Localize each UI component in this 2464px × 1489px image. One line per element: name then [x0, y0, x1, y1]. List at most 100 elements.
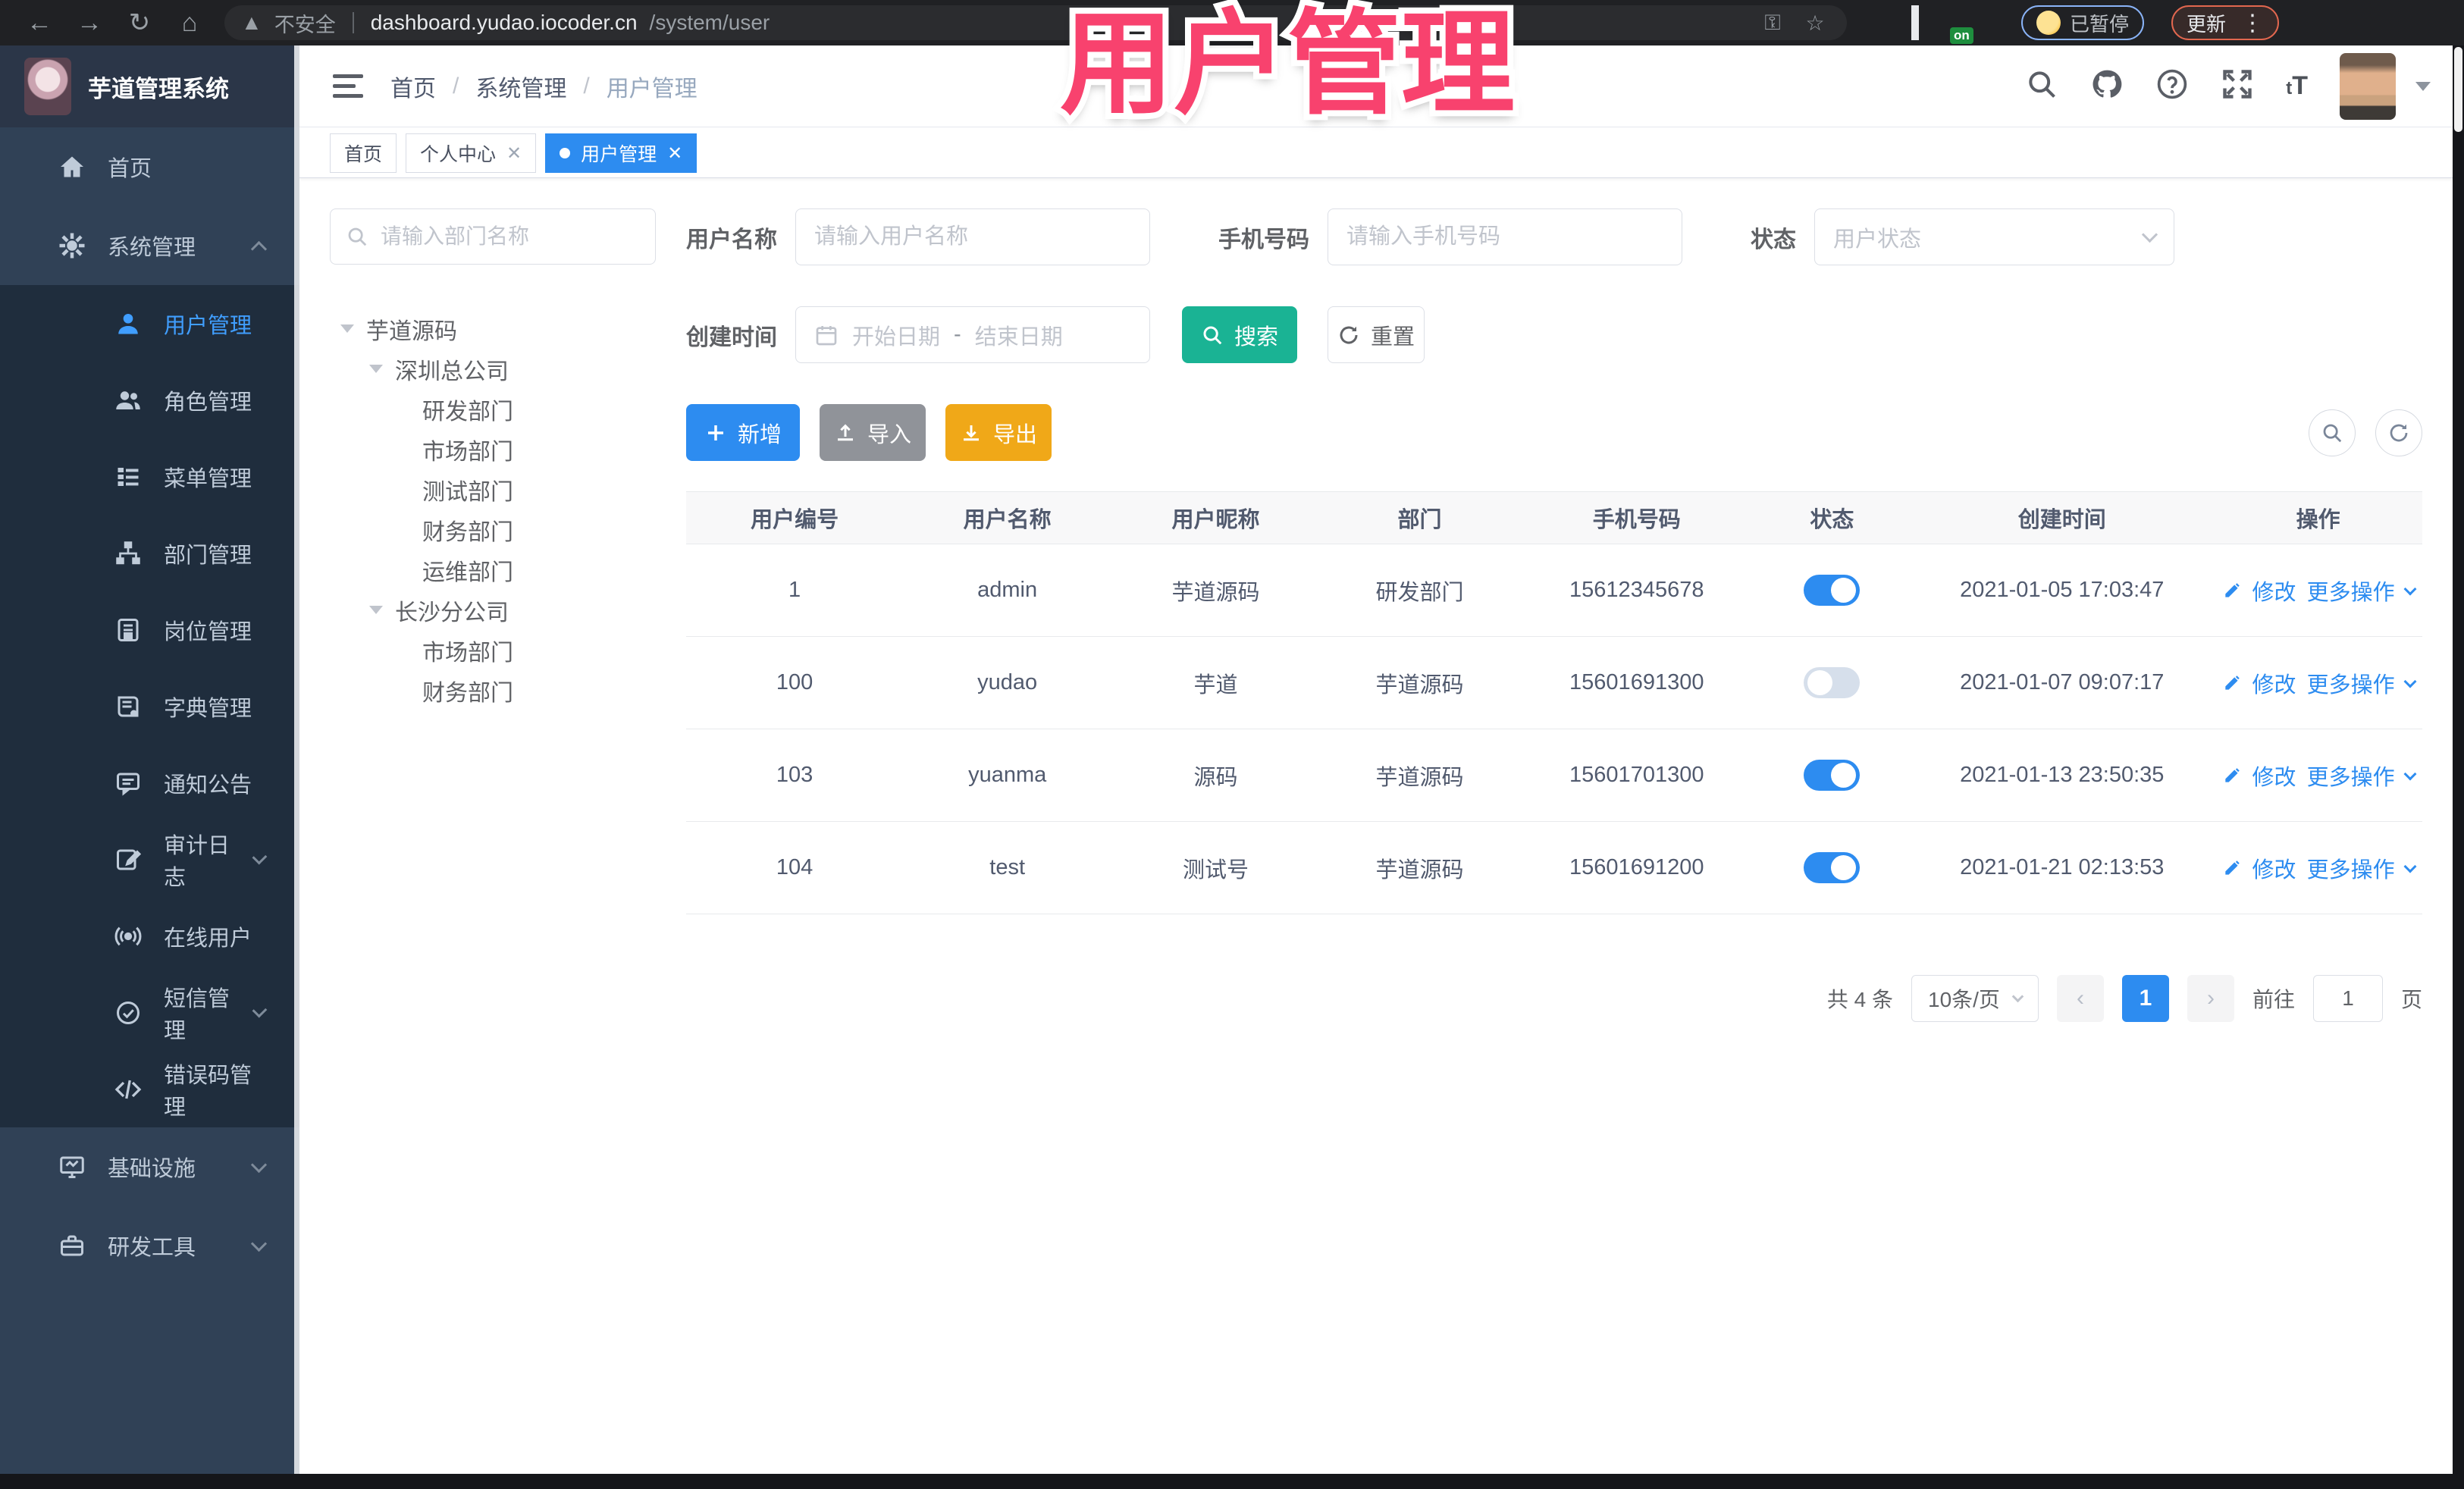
- table-row: 104 test 测试号 芋道源码 15601691200 2021-01-21…: [686, 822, 2422, 914]
- sidebar-item-menus[interactable]: 菜单管理: [0, 438, 299, 515]
- update-label: 更新: [2187, 12, 2227, 36]
- scrollbar-thumb[interactable]: [2454, 47, 2462, 132]
- edit-link[interactable]: 修改: [2252, 667, 2296, 699]
- caret-down-icon[interactable]: [340, 324, 354, 333]
- toggle-search-button[interactable]: [2309, 409, 2356, 456]
- status-toggle[interactable]: [1804, 852, 1861, 883]
- bookmark-star-icon[interactable]: ☆: [1800, 11, 1830, 36]
- date-range-picker[interactable]: 开始日期 - 结束日期: [795, 306, 1150, 363]
- status-select[interactable]: 用户状态: [1814, 208, 2174, 265]
- dept-tree-panel: 芋道源码 深圳总公司 研发部门 市场部门 测试部门 财务部门 运维部门 长沙分公…: [330, 208, 686, 1474]
- sidebar-item-depts[interactable]: 部门管理: [0, 515, 299, 591]
- username-input[interactable]: [814, 224, 1131, 249]
- sidebar-item-dev-tools[interactable]: 研发工具: [0, 1206, 299, 1285]
- date-start-placeholder: 开始日期: [852, 324, 941, 350]
- more-actions-link[interactable]: 更多操作: [2307, 575, 2395, 607]
- fullscreen-icon[interactable]: [2221, 67, 2254, 105]
- more-actions-link[interactable]: 更多操作: [2307, 667, 2395, 699]
- forward-icon[interactable]: →: [68, 8, 111, 38]
- sidebar-item-users[interactable]: 用户管理: [0, 285, 299, 362]
- more-actions-link[interactable]: 更多操作: [2307, 760, 2395, 792]
- add-button[interactable]: 新增: [686, 404, 800, 461]
- sidebar-item-audit-log[interactable]: 审计日志: [0, 821, 299, 898]
- sidebar-item-sms[interactable]: 短信管理: [0, 974, 299, 1051]
- user-icon: [114, 309, 143, 338]
- mobile-field[interactable]: [1328, 208, 1682, 265]
- status-toggle[interactable]: [1804, 575, 1861, 606]
- reset-button[interactable]: 重置: [1328, 306, 1425, 363]
- status-toggle[interactable]: [1804, 667, 1861, 698]
- github-icon[interactable]: [2090, 67, 2124, 105]
- font-size-icon[interactable]: tT: [2286, 71, 2308, 101]
- user-avatar[interactable]: [2340, 52, 2396, 120]
- user-panel: 用户名称 手机号码 状态 用户状态: [686, 208, 2422, 1474]
- sidebar-item-dict[interactable]: 字典管理: [0, 668, 299, 744]
- breadcrumb-home[interactable]: 首页: [390, 70, 436, 103]
- tree-node[interactable]: 长沙分公司: [330, 590, 686, 630]
- navbar: 首页 / 系统管理 / 用户管理 tT: [299, 45, 2464, 127]
- back-icon[interactable]: ←: [18, 8, 61, 38]
- page-number-current[interactable]: 1: [2121, 975, 2169, 1022]
- broadcast-icon: [114, 922, 143, 951]
- sidebar-item-home[interactable]: 首页: [0, 127, 299, 206]
- breadcrumb-system[interactable]: 系统管理: [475, 70, 566, 103]
- password-key-icon[interactable]: ⚿: [1757, 11, 1788, 36]
- username-field[interactable]: [795, 208, 1150, 265]
- prev-page-button[interactable]: ‹: [2056, 975, 2104, 1022]
- sidebar-item-online-users[interactable]: 在线用户: [0, 898, 299, 974]
- search-button[interactable]: 搜索: [1182, 306, 1297, 363]
- tree-node[interactable]: 财务部门: [330, 509, 686, 550]
- more-actions-link[interactable]: 更多操作: [2307, 852, 2395, 884]
- tree-node[interactable]: 运维部门: [330, 550, 686, 590]
- help-icon[interactable]: [2155, 67, 2189, 105]
- caret-down-icon[interactable]: [369, 365, 383, 373]
- tree-node[interactable]: 财务部门: [330, 670, 686, 710]
- address-bar[interactable]: ▲ 不安全 dashboard.yudao.iocoder.cn/system/…: [224, 5, 1847, 40]
- tab-home[interactable]: 首页: [330, 133, 397, 173]
- edit-link[interactable]: 修改: [2252, 760, 2296, 792]
- import-button[interactable]: 导入: [820, 404, 926, 461]
- reload-icon[interactable]: ↻: [118, 8, 161, 38]
- tab-user-management[interactable]: 用户管理 ✕: [545, 133, 698, 173]
- scrollbar[interactable]: [2453, 45, 2464, 1489]
- browser-update-button[interactable]: 更新 ⋮: [2171, 5, 2280, 40]
- export-button[interactable]: 导出: [945, 404, 1052, 461]
- avatar-dropdown-caret-icon[interactable]: [2415, 81, 2431, 91]
- sidebar-item-posts[interactable]: 岗位管理: [0, 591, 299, 668]
- omnibox-divider: [352, 12, 354, 33]
- tree-node[interactable]: 测试部门: [330, 469, 686, 509]
- edit-link[interactable]: 修改: [2252, 852, 2296, 884]
- mobile-input[interactable]: [1346, 224, 1663, 249]
- tree-node[interactable]: 市场部门: [330, 630, 686, 670]
- sidebar-item-roles[interactable]: 角色管理: [0, 362, 299, 438]
- goto-page-input[interactable]: [2312, 975, 2383, 1022]
- sidebar-item-infrastructure[interactable]: 基础设施: [0, 1127, 299, 1206]
- sidebar-item-notice[interactable]: 通知公告: [0, 744, 299, 821]
- sidebar-item-error-codes[interactable]: 错误码管理: [0, 1051, 299, 1127]
- sidebar-item-system[interactable]: 系统管理: [0, 206, 299, 285]
- next-page-button[interactable]: ›: [2187, 975, 2234, 1022]
- dept-search-input[interactable]: [381, 224, 623, 249]
- app-logo[interactable]: 芋道管理系统: [0, 45, 299, 127]
- tree-node[interactable]: 深圳总公司: [330, 349, 686, 389]
- refresh-table-button[interactable]: [2375, 409, 2422, 456]
- calendar-icon: [816, 325, 837, 345]
- tree-node[interactable]: 芋道源码: [330, 309, 686, 349]
- status-toggle[interactable]: [1804, 760, 1861, 791]
- page-size-select[interactable]: 10条/页: [1911, 975, 2039, 1022]
- on-badge: on: [1950, 27, 1973, 44]
- tree-node[interactable]: 研发部门: [330, 389, 686, 429]
- caret-down-icon[interactable]: [369, 606, 383, 614]
- close-icon[interactable]: ✕: [506, 143, 522, 165]
- dept-search-box[interactable]: [330, 208, 656, 265]
- tree-node[interactable]: 市场部门: [330, 429, 686, 469]
- browser-menu-kebab-icon[interactable]: ⋮: [2241, 10, 2264, 36]
- tab-profile[interactable]: 个人中心 ✕: [406, 133, 537, 173]
- edit-link[interactable]: 修改: [2252, 575, 2296, 607]
- total-count: 共 4 条: [1826, 988, 1893, 1011]
- browser-profile-chip[interactable]: 已暂停: [2021, 5, 2145, 40]
- search-icon[interactable]: [2025, 67, 2058, 105]
- close-icon[interactable]: ✕: [667, 143, 682, 165]
- sidebar-collapse-icon[interactable]: [333, 74, 363, 98]
- home-icon[interactable]: ⌂: [168, 8, 211, 38]
